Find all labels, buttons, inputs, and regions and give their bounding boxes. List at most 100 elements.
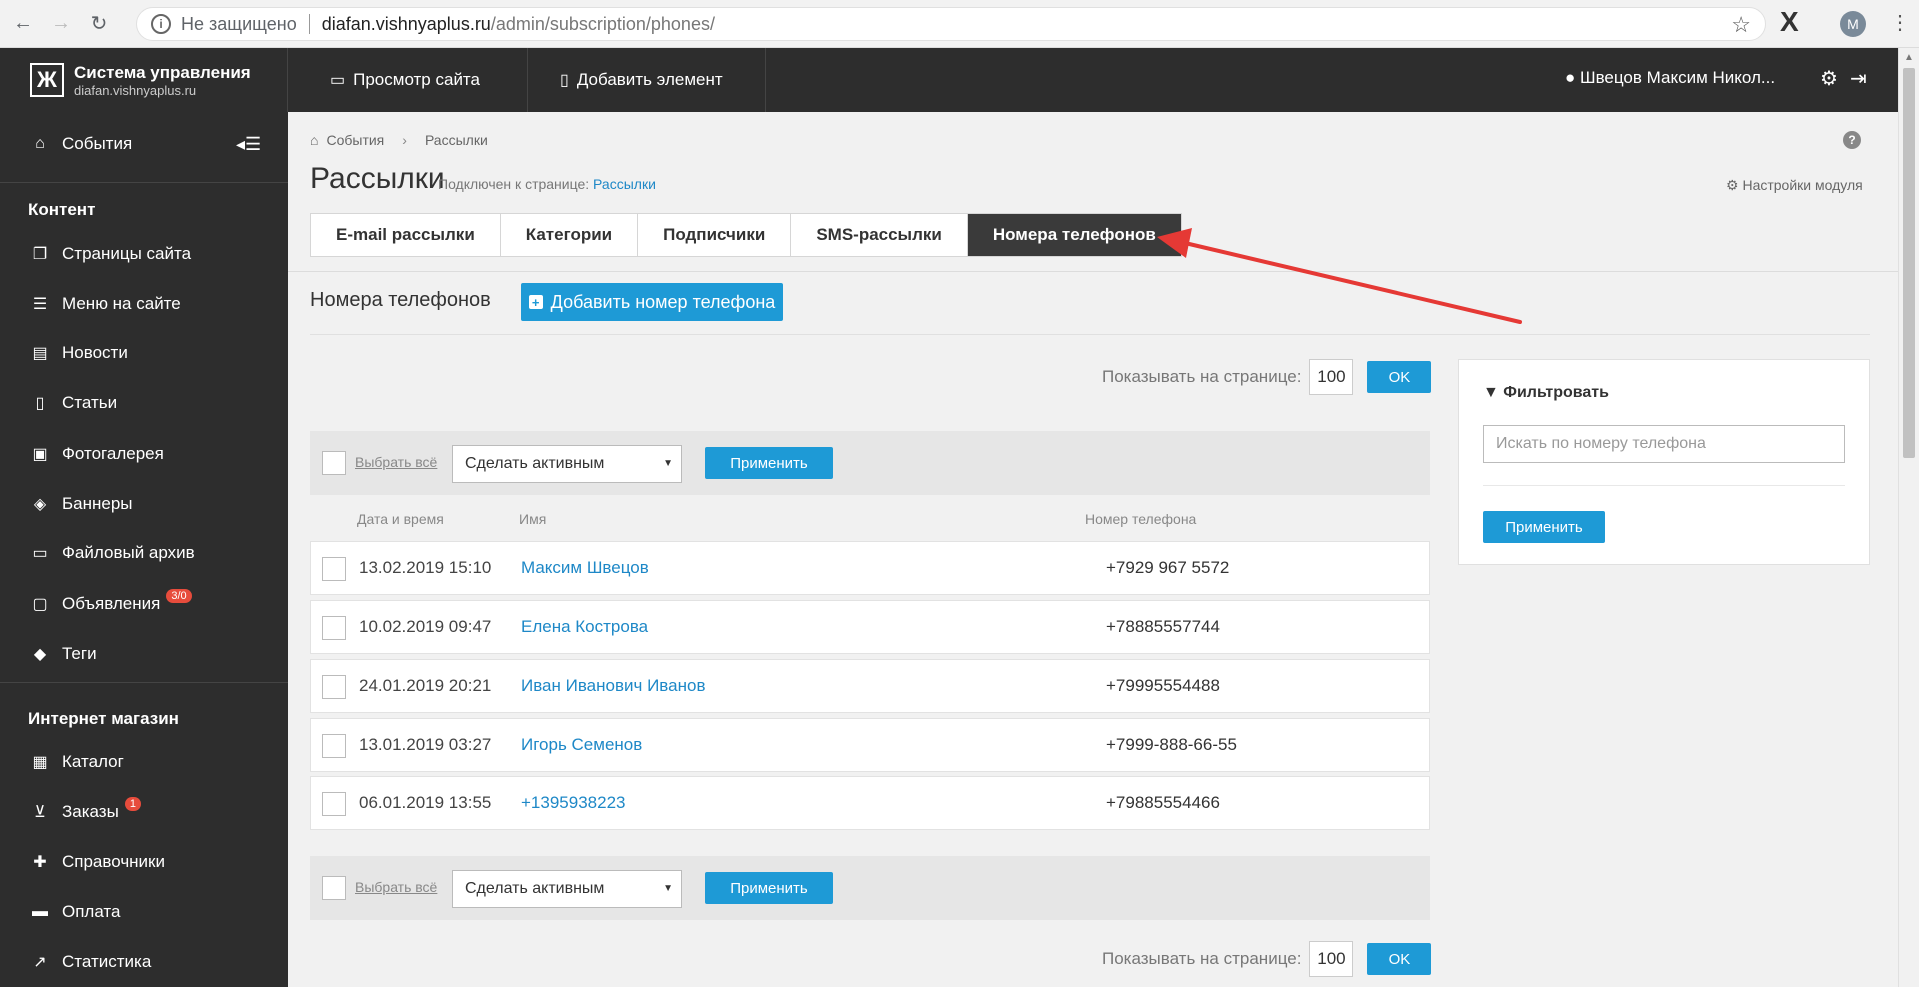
- sidebar-item-catalog[interactable]: ▦ Каталог: [28, 750, 123, 774]
- caret-down-icon: ▼: [663, 458, 673, 469]
- brand-subtitle: diafan.vishnyaplus.ru: [74, 82, 197, 98]
- column-header-phone[interactable]: Номер телефона: [1085, 511, 1196, 527]
- card-icon: ▬: [32, 903, 48, 920]
- scroll-up-icon[interactable]: ▲: [1904, 52, 1914, 63]
- sidebar-item-label: События: [62, 134, 133, 153]
- home-icon: ⌂: [310, 132, 319, 148]
- sidebar-item-ads[interactable]: ▢ Объявления 3/0: [28, 589, 192, 616]
- logout-icon[interactable]: ⇥: [1850, 66, 1867, 91]
- per-page-ok-button[interactable]: OK: [1367, 361, 1432, 393]
- scroll-thumb[interactable]: [1903, 68, 1915, 458]
- add-element-link[interactable]: ▯ Добавить элемент: [528, 48, 766, 112]
- url-path: /admin/subscription/phones/: [490, 13, 715, 34]
- help-icon[interactable]: ?: [1843, 131, 1861, 149]
- browser-menu-icon[interactable]: ⋮: [1890, 10, 1910, 35]
- sidebar-item-label: Теги: [62, 644, 97, 663]
- user-icon: ●: [1565, 68, 1576, 87]
- url-host: diafan.vishnyaplus.ru: [321, 13, 491, 34]
- sidebar-divider: [0, 182, 288, 183]
- sidebar-item-menu[interactable]: ☰ Меню на сайте: [28, 292, 181, 316]
- row-name-link[interactable]: Иван Иванович Иванов: [521, 676, 705, 696]
- bulk-apply-button[interactable]: Применить: [705, 872, 833, 904]
- sidebar-item-news[interactable]: ▤ Новости: [28, 341, 127, 365]
- phone-search-input[interactable]: Искать по номеру телефона: [1483, 425, 1845, 463]
- add-phone-button[interactable]: + Добавить номер телефона: [521, 283, 783, 321]
- page-scrollbar[interactable]: ▲: [1898, 48, 1919, 987]
- tab-phone-numbers[interactable]: Номера телефонов: [967, 214, 1181, 256]
- bulk-apply-button[interactable]: Применить: [705, 447, 833, 479]
- sidebar-item-orders[interactable]: ⊻ Заказы 1: [28, 797, 141, 824]
- row-checkbox[interactable]: [322, 675, 346, 699]
- catalog-icon: ▦: [32, 754, 48, 771]
- sidebar-item-directories[interactable]: ✚ Справочники: [28, 850, 165, 874]
- brand-title: Система управления: [74, 62, 251, 82]
- select-all-checkbox[interactable]: [322, 876, 346, 900]
- forward-icon[interactable]: →: [46, 9, 76, 39]
- collapse-sidebar-icon[interactable]: ◂☰: [236, 134, 261, 155]
- reload-icon[interactable]: ↻: [84, 9, 114, 39]
- laptop-icon: ▭: [330, 72, 346, 89]
- row-checkbox[interactable]: [322, 734, 346, 758]
- profile-avatar[interactable]: M: [1840, 11, 1866, 37]
- page-subtitle: Подключен к странице: Рассылки: [438, 176, 656, 192]
- sidebar-item-payment[interactable]: ▬ Оплата: [28, 900, 120, 924]
- address-bar[interactable]: i Не защищено diafan.vishnyaplus.ru/admi…: [136, 7, 1766, 41]
- tab-subscribers[interactable]: Подписчики: [638, 214, 792, 256]
- gear-icon[interactable]: ⚙: [1820, 66, 1838, 91]
- per-page-input[interactable]: 100: [1309, 941, 1354, 977]
- module-settings-link[interactable]: ⚙ Настройки модуля: [1726, 177, 1863, 194]
- sidebar-item-tags[interactable]: ◆ Теги: [28, 642, 97, 666]
- row-name-link[interactable]: +1395938223: [521, 793, 625, 813]
- sidebar-item-events[interactable]: ⌂ События: [28, 132, 132, 156]
- sidebar-item-label: Меню на сайте: [62, 294, 181, 313]
- sidebar-item-label: Заказы: [62, 802, 119, 821]
- sidebar-item-files[interactable]: ▭ Файловый архив: [28, 541, 194, 565]
- select-all-link[interactable]: Выбрать всё: [355, 879, 437, 895]
- filter-icon: ▼: [1483, 384, 1499, 401]
- per-page-ok-button[interactable]: OK: [1367, 943, 1432, 975]
- bulk-action-bar-top: Выбрать всё Сделать активным ▼ Применить: [310, 431, 1430, 495]
- row-name-link[interactable]: Игорь Семенов: [521, 735, 642, 755]
- sidebar-item-pages[interactable]: ❐ Страницы сайта: [28, 242, 191, 266]
- sidebar-item-statistics[interactable]: ↗ Статистика: [28, 950, 151, 974]
- linked-page-link[interactable]: Рассылки: [593, 176, 656, 192]
- breadcrumb-item-events[interactable]: События: [326, 132, 384, 148]
- tab-email[interactable]: E-mail рассылки: [311, 214, 501, 256]
- view-site-link[interactable]: ▭ Просмотр сайта: [288, 48, 528, 112]
- back-icon[interactable]: ←: [8, 9, 38, 39]
- column-header-date[interactable]: Дата и время: [357, 511, 444, 527]
- row-name-link[interactable]: Максим Швецов: [521, 558, 649, 578]
- bulk-action-select[interactable]: Сделать активным ▼: [452, 870, 682, 908]
- sidebar-heading-content: Контент: [28, 200, 96, 219]
- row-date: 13.02.2019 15:10: [359, 558, 492, 577]
- per-page-input[interactable]: 100: [1309, 359, 1354, 395]
- bookmark-star-icon[interactable]: ☆: [1731, 12, 1751, 38]
- tab-sms[interactable]: SMS-рассылки: [791, 214, 968, 256]
- sidebar-item-articles[interactable]: ▯ Статьи: [28, 391, 118, 415]
- select-all-link[interactable]: Выбрать всё: [355, 454, 437, 470]
- row-checkbox[interactable]: [322, 792, 346, 816]
- brand-block[interactable]: Ж Система управления diafan.vishnyaplus.…: [0, 48, 288, 112]
- breadcrumb-item-subscription[interactable]: Рассылки: [425, 132, 488, 148]
- row-name-link[interactable]: Елена Кострова: [521, 617, 648, 637]
- admin-header: Ж Система управления diafan.vishnyaplus.…: [0, 48, 1898, 112]
- sidebar-item-gallery[interactable]: ▣ Фотогалерея: [28, 442, 163, 466]
- brand-logo-icon: Ж: [30, 63, 64, 97]
- row-checkbox[interactable]: [322, 616, 346, 640]
- sidebar-item-label: Статьи: [62, 393, 118, 412]
- row-checkbox[interactable]: [322, 557, 346, 581]
- tab-categories[interactable]: Категории: [501, 214, 639, 256]
- sidebar-heading-shop: Интернет магазин: [28, 709, 179, 728]
- info-icon[interactable]: i: [151, 14, 171, 34]
- sidebar-item-banners[interactable]: ◈ Баннеры: [28, 492, 133, 516]
- column-header-name[interactable]: Имя: [519, 511, 546, 527]
- select-all-checkbox[interactable]: [322, 451, 346, 475]
- extension-x-icon[interactable]: X: [1780, 6, 1799, 38]
- breadcrumb: ⌂ События › Рассылки: [310, 132, 488, 148]
- bulk-action-select[interactable]: Сделать активным ▼: [452, 445, 682, 483]
- filter-divider: [1483, 485, 1845, 486]
- user-name[interactable]: ● Швецов Максим Никол...: [1565, 68, 1775, 88]
- tab-bar: E-mail рассылки Категории Подписчики SMS…: [310, 213, 1182, 257]
- cart-icon: ⊻: [34, 804, 46, 821]
- filter-apply-button[interactable]: Применить: [1483, 511, 1605, 543]
